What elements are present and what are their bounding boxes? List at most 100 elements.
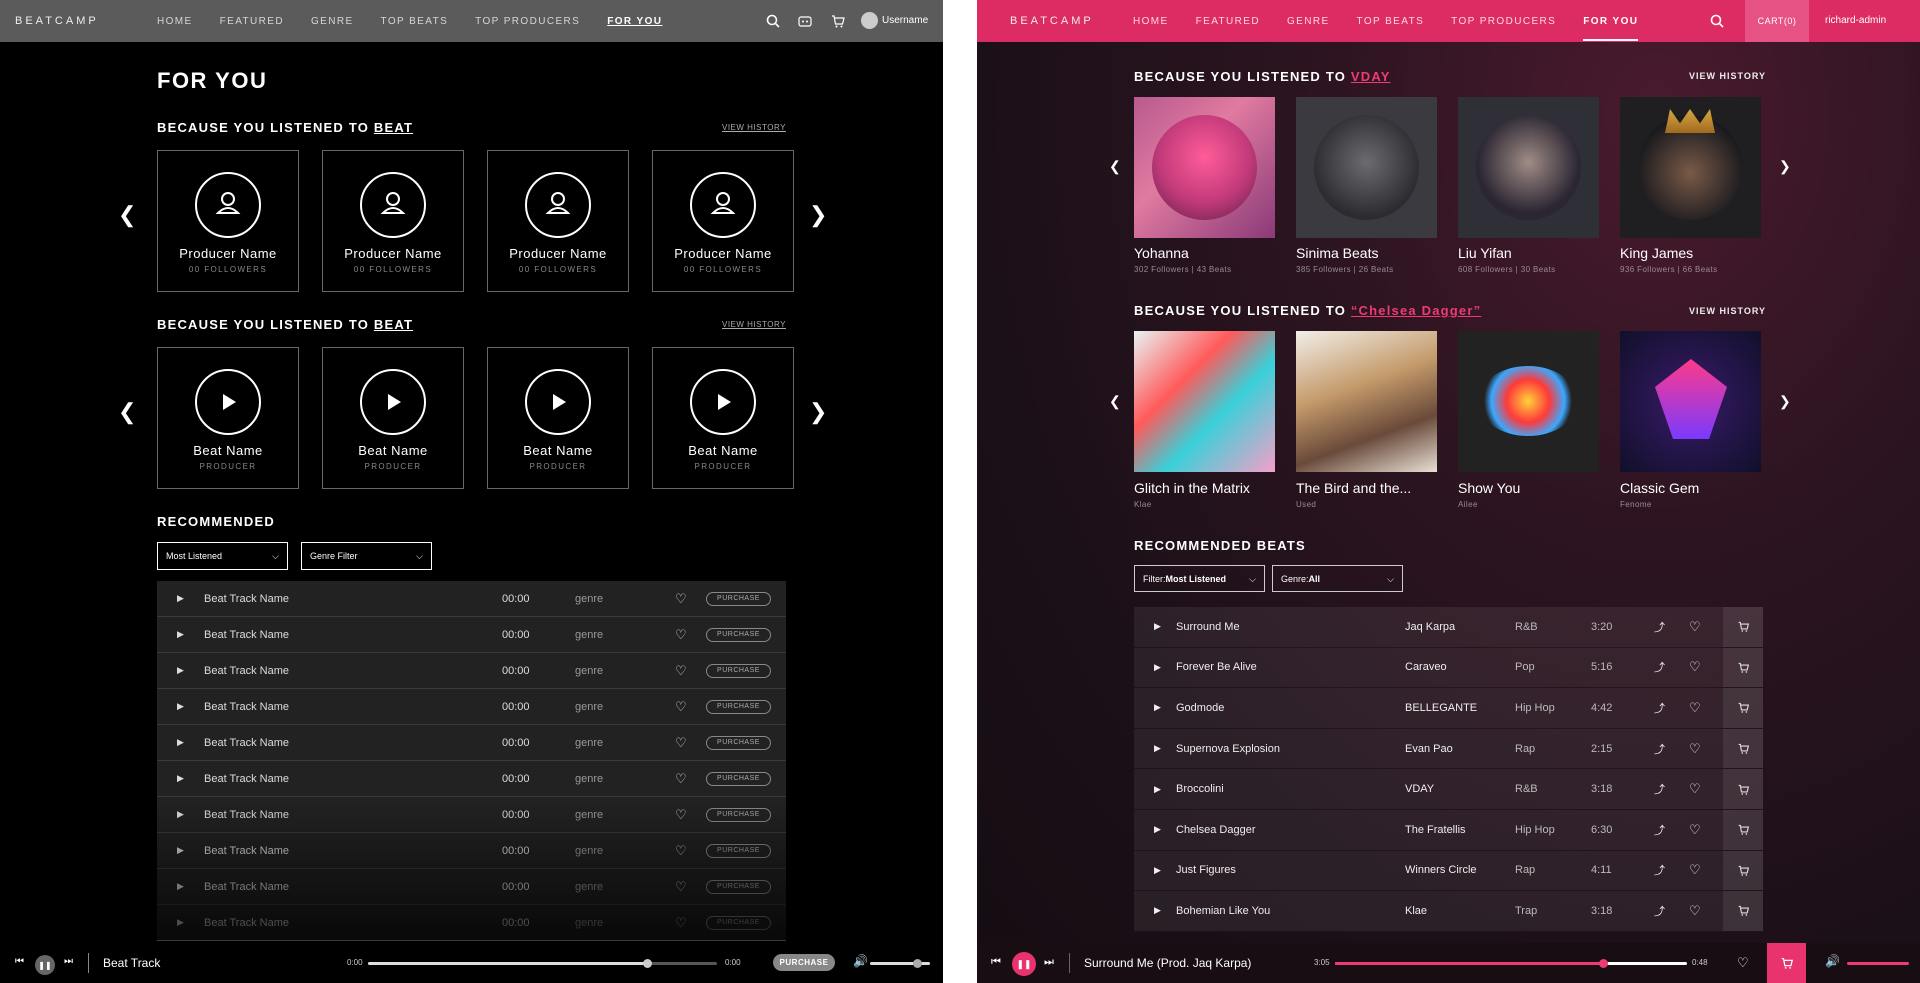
table-row[interactable]: ▶ Beat Track Name 00:00 genre ♡ PURCHASE (157, 617, 786, 653)
producer-card[interactable]: Producer Name 00 FOLLOWERS (652, 150, 794, 292)
share-icon[interactable]: ⤴ (1654, 781, 1665, 797)
play-icon[interactable]: ▶ (1154, 662, 1161, 673)
share-icon[interactable]: ⤴ (1654, 700, 1665, 716)
play-icon[interactable]: ▶ (177, 845, 184, 856)
beat-artwork[interactable] (1458, 331, 1599, 472)
logo[interactable]: BEATCAMP (1010, 15, 1094, 27)
previous-icon[interactable]: ⏮ (15, 956, 24, 967)
card-title[interactable]: Sinima Beats (1296, 245, 1378, 261)
purchase-button[interactable]: PURCHASE (706, 879, 771, 894)
chat-icon[interactable] (797, 13, 813, 29)
table-row[interactable]: ▶ Just Figures Winners Circle Rap 4:11 ⤴ ♡ (1134, 850, 1763, 892)
table-row[interactable]: ▶ Beat Track Name 00:00 genre ♡ PURCHASE (157, 725, 786, 761)
view-history-link[interactable]: VIEW HISTORY (722, 320, 786, 329)
nav-for-you[interactable]: FOR YOU (1583, 16, 1639, 41)
play-icon[interactable]: ▶ (1154, 702, 1161, 713)
sort-select[interactable]: Most Listened ⌵ (157, 542, 288, 570)
heart-icon[interactable]: ♡ (675, 843, 687, 859)
progress-track[interactable] (1335, 959, 1687, 968)
add-to-cart-button[interactable] (1723, 891, 1763, 931)
share-icon[interactable]: ⤴ (1654, 659, 1665, 675)
heart-icon[interactable]: ♡ (675, 735, 687, 751)
play-icon[interactable]: ▶ (1154, 621, 1161, 632)
purchase-button[interactable]: PURCHASE (706, 627, 771, 642)
purchase-button[interactable]: PURCHASE (706, 699, 771, 714)
section-title-highlight[interactable]: BEAT (374, 317, 413, 332)
share-icon[interactable]: ⤴ (1654, 862, 1665, 878)
nav-top-beats[interactable]: TOP BEATS (381, 16, 449, 27)
genre-select[interactable]: Genre: All ⌵ (1272, 565, 1403, 592)
share-icon[interactable]: ⤴ (1654, 741, 1665, 757)
add-to-cart-button[interactable] (1723, 688, 1763, 728)
beat-card[interactable]: Beat Name PRODUCER (487, 347, 629, 489)
heart-icon[interactable]: ♡ (1689, 700, 1701, 716)
next-icon[interactable]: ⏭ (64, 956, 73, 967)
volume-slider[interactable] (870, 959, 930, 968)
beat-artwork[interactable] (1296, 331, 1437, 472)
carousel-next-button[interactable]: ❯ (809, 399, 827, 425)
heart-icon[interactable]: ♡ (1689, 619, 1701, 635)
add-to-cart-button[interactable] (1723, 607, 1763, 647)
cart-icon[interactable] (830, 13, 846, 29)
heart-icon[interactable]: ♡ (1689, 781, 1701, 797)
producer-card[interactable]: Producer Name 00 FOLLOWERS (487, 150, 629, 292)
play-icon[interactable]: ▶ (177, 881, 184, 892)
table-row[interactable]: ▶ Godmode BELLEGANTE Hip Hop 4:42 ⤴ ♡ (1134, 688, 1763, 729)
account-menu[interactable]: richard-admin (1825, 15, 1886, 26)
heart-icon[interactable]: ♡ (675, 627, 687, 643)
nav-top-beats[interactable]: TOP BEATS (1357, 16, 1425, 27)
card-title[interactable]: The Bird and the... (1296, 480, 1411, 496)
purchase-button[interactable]: PURCHASE (706, 843, 771, 858)
section-title-highlight[interactable]: VDAY (1351, 69, 1391, 84)
heart-icon[interactable]: ♡ (1689, 741, 1701, 757)
play-icon[interactable]: ▶ (1154, 865, 1161, 876)
carousel-next-button[interactable]: ❯ (1779, 393, 1791, 410)
carousel-prev-button[interactable]: ❮ (1109, 393, 1121, 410)
card-title[interactable]: Yohanna (1134, 245, 1189, 261)
beat-card[interactable]: Beat Name PRODUCER (322, 347, 464, 489)
play-icon[interactable]: ▶ (177, 809, 184, 820)
volume-icon[interactable]: 🔊 (853, 954, 868, 968)
beat-artwork[interactable] (1620, 331, 1761, 472)
play-icon[interactable]: ▶ (1154, 905, 1161, 916)
nav-top-producers[interactable]: TOP PRODUCERS (475, 16, 580, 27)
add-to-cart-button[interactable] (1723, 809, 1763, 850)
volume-slider[interactable] (1847, 962, 1909, 965)
play-icon[interactable]: ▶ (177, 629, 184, 640)
play-icon[interactable]: ▶ (177, 701, 184, 712)
carousel-prev-button[interactable]: ❮ (118, 399, 136, 425)
play-icon[interactable]: ▶ (177, 773, 184, 784)
table-row[interactable]: ▶ Beat Track Name 00:00 genre ♡ PURCHASE (157, 689, 786, 725)
share-icon[interactable]: ⤴ (1654, 822, 1665, 838)
purchase-button[interactable]: PURCHASE (706, 807, 771, 822)
add-to-cart-button[interactable] (1723, 850, 1763, 891)
table-row[interactable]: ▶ Chelsea Dagger The Fratellis Hip Hop 6:30 ⤴… (1134, 809, 1763, 851)
heart-icon[interactable]: ♡ (675, 591, 687, 607)
play-icon[interactable]: ▶ (177, 737, 184, 748)
add-to-cart-button[interactable] (1723, 647, 1763, 688)
table-row[interactable]: ▶ Bohemian Like You Klae Trap 3:18 ⤴ ♡ (1134, 891, 1763, 932)
heart-icon[interactable]: ♡ (675, 879, 687, 895)
artist-image[interactable] (1296, 97, 1437, 238)
nav-home[interactable]: HOME (157, 16, 193, 27)
table-row[interactable]: ▶ Beat Track Name 00:00 genre ♡ PURCHASE (157, 761, 786, 797)
view-history-link[interactable]: VIEW HISTORY (1689, 306, 1766, 316)
table-row[interactable]: ▶ Beat Track Name 00:00 genre ♡ PURCHASE (157, 581, 786, 617)
view-history-link[interactable]: VIEW HISTORY (722, 123, 786, 132)
share-icon[interactable]: ⤴ (1654, 619, 1665, 635)
table-row[interactable]: ▶ Beat Track Name 00:00 genre ♡ PURCHASE (157, 905, 786, 941)
progress-track[interactable] (368, 959, 717, 968)
heart-icon[interactable]: ♡ (675, 771, 687, 787)
previous-icon[interactable]: ⏮ (991, 956, 1001, 969)
card-title[interactable]: Classic Gem (1620, 480, 1699, 496)
nav-featured[interactable]: FEATURED (1196, 16, 1260, 27)
carousel-prev-button[interactable]: ❮ (118, 202, 136, 228)
cart-button[interactable]: CART(0) (1745, 0, 1809, 42)
purchase-button[interactable]: PURCHASE (706, 735, 771, 750)
next-icon[interactable]: ⏭ (1044, 956, 1054, 969)
table-row[interactable]: ▶ Supernova Explosion Evan Pao Rap 2:15 ⤴ ♡ (1134, 728, 1763, 770)
heart-icon[interactable]: ♡ (1689, 659, 1701, 675)
play-icon[interactable]: ▶ (177, 593, 184, 604)
play-icon[interactable]: ▶ (1154, 743, 1161, 754)
heart-icon[interactable]: ♡ (675, 807, 687, 823)
